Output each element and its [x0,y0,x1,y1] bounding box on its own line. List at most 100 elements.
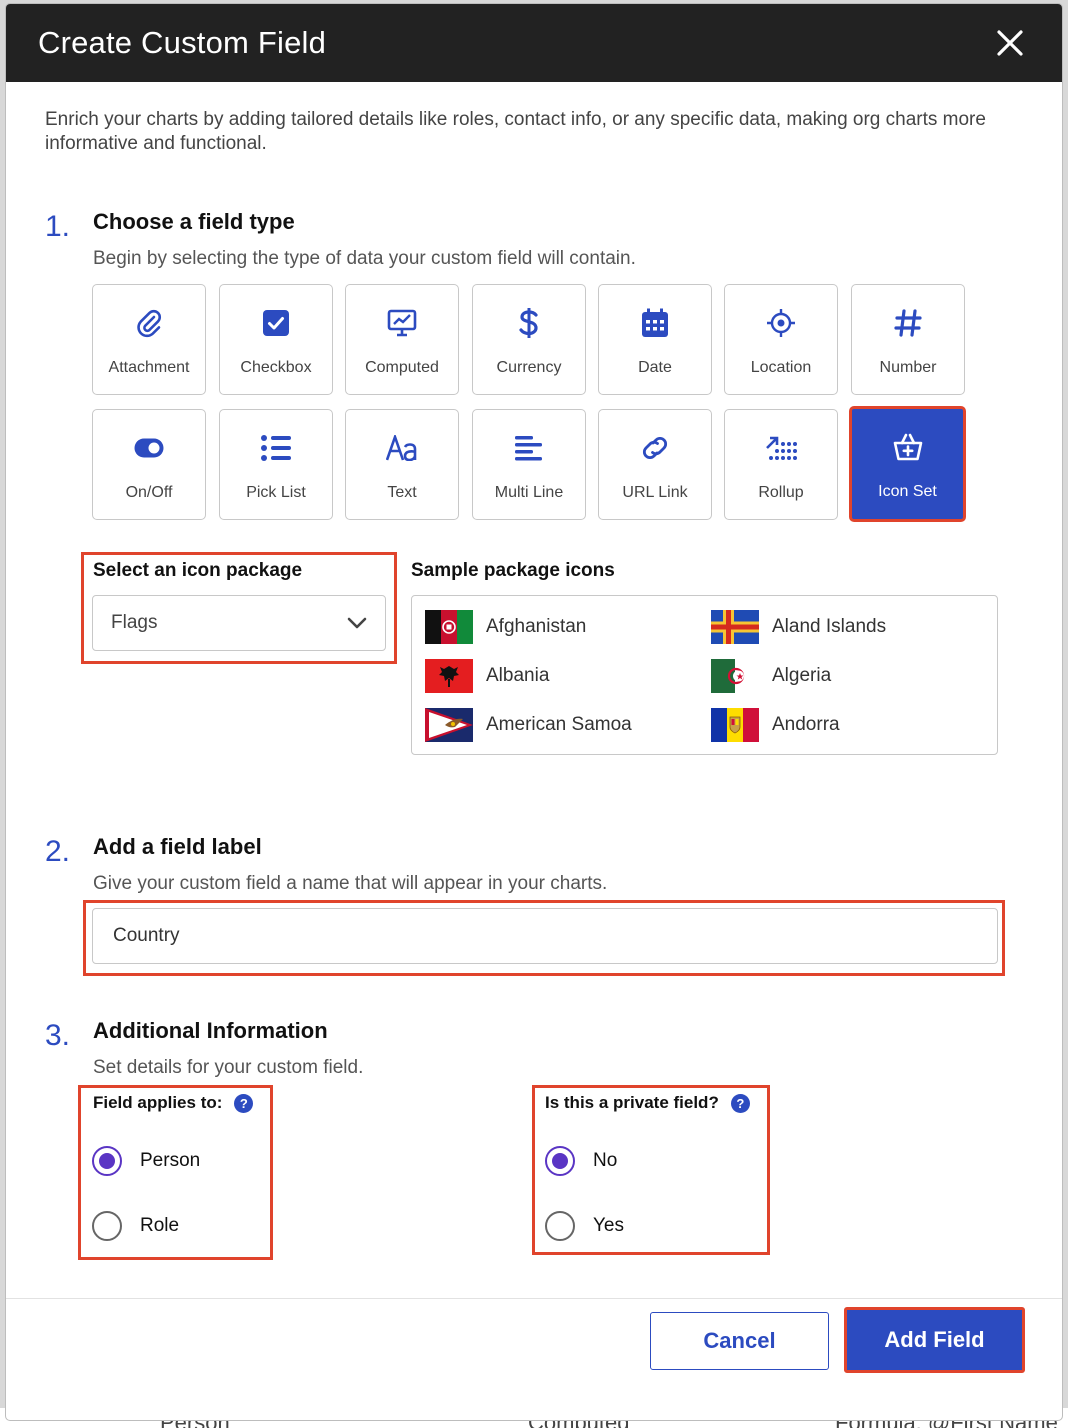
sample-icon-item: Algeria [711,659,831,693]
field-type-label: Attachment [108,359,190,376]
flag-andorra-icon [711,708,759,742]
radio-label: Yes [593,1215,624,1236]
radio-label: Role [140,1215,180,1236]
sample-icon-name: Algeria [772,665,832,686]
step-1-title: Choose a field type [93,209,295,234]
field-type-label: Location [750,359,812,376]
sample-icons-panel: Afghanistan Aland Islands Albania Algeri… [411,595,998,755]
private-field-label: Is this a private field? ? [545,1093,750,1113]
field-type-location[interactable]: Location [724,284,838,395]
step-1-number: 1. [45,210,71,243]
private-field-text: Is this a private field? [545,1093,719,1112]
sample-icon-name: Albania [486,665,550,686]
close-button[interactable] [990,23,1030,63]
radio-indicator [545,1146,575,1176]
radio-applies-person[interactable]: Person [92,1146,200,1176]
field-type-label: Multi Line [494,484,564,501]
sample-icon-name: Afghanistan [486,616,587,637]
step-1-description: Begin by selecting the type of data your… [93,248,636,269]
sample-icon-name: Aland Islands [772,616,887,637]
step-3-description: Set details for your custom field. [93,1057,364,1078]
close-icon [997,30,1023,56]
cancel-button[interactable]: Cancel [650,1312,829,1370]
checkbox-icon [260,307,292,339]
toggle-icon [133,432,165,464]
modal-header: Create Custom Field [6,4,1062,82]
link-icon [639,432,671,464]
sample-icons-label: Sample package icons [411,560,615,581]
flag-afghanistan-icon [425,610,473,644]
sample-icon-item: Andorra [711,708,840,742]
monitor-chart-icon [386,307,418,339]
field-type-rollup[interactable]: Rollup [724,409,838,520]
flag-algeria-icon [711,659,759,693]
sample-icon-item: Aland Islands [711,610,886,644]
field-type-computed[interactable]: Computed [345,284,459,395]
step-2-description: Give your custom field a name that will … [93,873,608,894]
radio-indicator [92,1146,122,1176]
radio-applies-role[interactable]: Role [92,1211,179,1241]
field-label-input[interactable] [92,908,998,964]
add-field-button[interactable]: Add Field [844,1307,1025,1373]
radio-private-no[interactable]: No [545,1146,617,1176]
field-type-label: Computed [365,359,439,376]
radio-label: Person [140,1150,201,1171]
create-custom-field-modal: Create Custom Field Enrich your charts b… [6,4,1062,1420]
flag-american-samoa-icon [425,708,473,742]
hash-icon [892,307,924,339]
sample-icon-item: Albania [425,659,549,693]
field-type-label: Rollup [758,484,804,501]
sample-icon-item: American Samoa [425,708,632,742]
field-type-on-off[interactable]: On/Off [92,409,206,520]
flag-albania-icon [425,659,473,693]
dollar-icon [513,307,545,339]
field-type-label: Icon Set [878,483,937,500]
field-type-label: Pick List [246,484,306,501]
icon-package-value: Flags [111,612,158,633]
lines-icon [513,432,545,464]
sample-icon-name: American Samoa [486,714,632,735]
field-applies-text: Field applies to: [93,1093,223,1112]
icon-package-label: Select an icon package [93,560,303,581]
field-type-date[interactable]: Date [598,284,712,395]
field-type-icon-set[interactable]: Icon Set [849,406,966,522]
modal-title: Create Custom Field [38,25,327,60]
text-aa-icon [386,432,418,464]
field-type-pick-list[interactable]: Pick List [219,409,333,520]
field-type-label: URL Link [622,484,688,501]
field-type-checkbox[interactable]: Checkbox [219,284,333,395]
field-type-attachment[interactable]: Attachment [92,284,206,395]
field-type-label: On/Off [125,484,173,501]
field-type-text[interactable]: Text [345,409,459,520]
list-icon [260,432,292,464]
chevron-down-icon [347,617,367,629]
field-type-label: Date [638,359,672,376]
step-3-number: 3. [45,1019,71,1052]
flag-aland-icon [711,610,759,644]
field-type-label: Text [387,484,417,501]
field-type-currency[interactable]: Currency [472,284,586,395]
step-2-number: 2. [45,835,71,868]
modal-intro-text: Enrich your charts by adding tailored de… [45,109,986,154]
field-type-label: Currency [496,359,562,376]
sample-icon-name: Andorra [772,714,840,735]
help-icon[interactable]: ? [730,1093,750,1113]
step-3-title: Additional Information [93,1018,328,1043]
step-2-title: Add a field label [93,834,262,859]
sample-icon-item: Afghanistan [425,610,586,644]
field-type-url-link[interactable]: URL Link [598,409,712,520]
calendar-icon [639,307,671,339]
paperclip-icon [133,307,165,339]
help-icon[interactable]: ? [234,1093,254,1113]
field-type-multi-line[interactable]: Multi Line [472,409,586,520]
field-type-number[interactable]: Number [851,284,965,395]
radio-label: No [593,1150,618,1171]
field-type-label: Checkbox [240,359,312,376]
rollup-icon [765,432,797,464]
radio-indicator [545,1211,575,1241]
basket-icon [892,431,924,463]
crosshair-icon [765,307,797,339]
field-type-label: Number [879,359,937,376]
radio-private-yes[interactable]: Yes [545,1211,624,1241]
icon-package-select[interactable]: Flags [92,595,386,651]
